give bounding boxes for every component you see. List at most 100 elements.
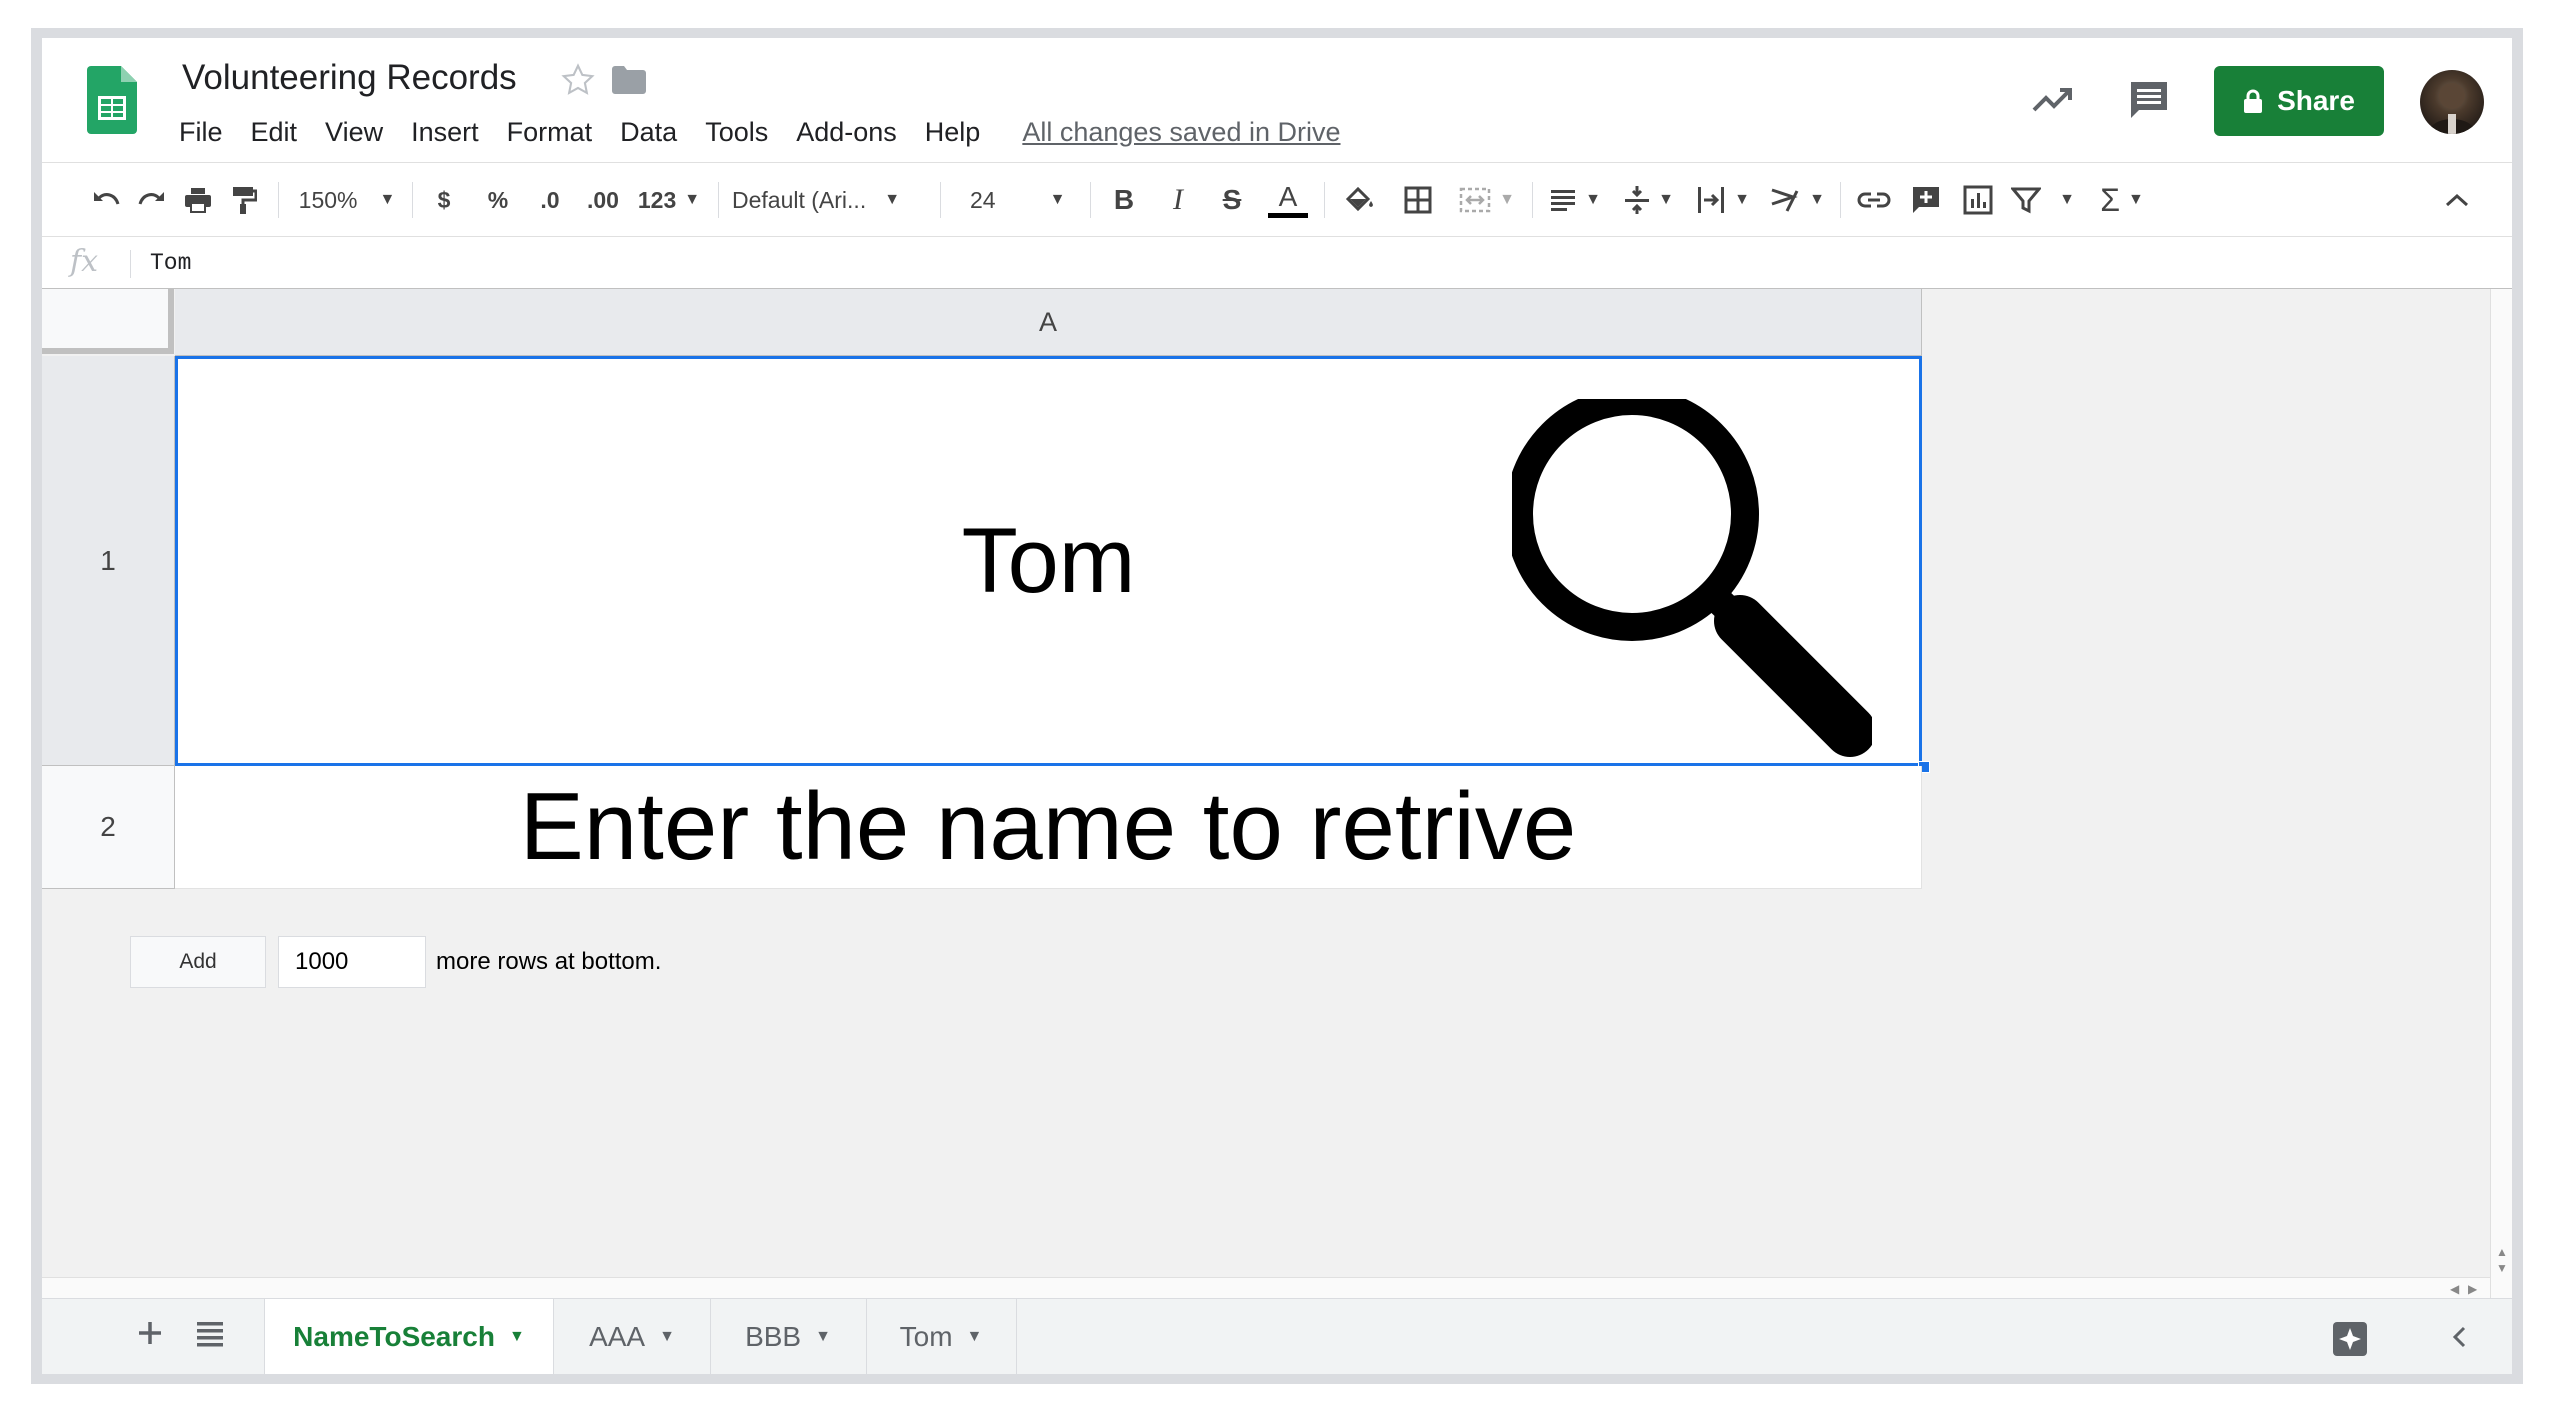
- strikethrough-button[interactable]: S: [1212, 166, 1252, 234]
- add-rows-button[interactable]: Add: [130, 936, 266, 988]
- row-header-1[interactable]: 1: [42, 356, 175, 766]
- font-size-select[interactable]: 24 ▼: [952, 166, 1082, 234]
- redo-button[interactable]: [132, 166, 172, 234]
- scroll-down-icon[interactable]: ▼: [2496, 1261, 2508, 1275]
- toolbar-separator: [718, 182, 719, 218]
- percent-format-button[interactable]: %: [478, 166, 518, 234]
- menu-format[interactable]: Format: [507, 117, 593, 148]
- italic-button[interactable]: I: [1158, 166, 1198, 234]
- menu-addons[interactable]: Add-ons: [796, 117, 897, 148]
- text-rotation-button[interactable]: ▼: [1764, 166, 1830, 234]
- horizontal-align-button[interactable]: ▼: [1542, 166, 1608, 234]
- zoom-value: 150%: [298, 186, 358, 213]
- chevron-down-icon: ▼: [1734, 191, 1750, 208]
- sheet-grid: A 1 2 Tom Enter the name to retrive Add …: [42, 288, 2512, 1300]
- print-button[interactable]: [178, 166, 218, 234]
- save-status-link[interactable]: All changes saved in Drive: [1022, 117, 1340, 148]
- column-header-a[interactable]: A: [175, 289, 1922, 356]
- vertical-align-button[interactable]: ▼: [1616, 166, 1682, 234]
- scroll-right-icon[interactable]: ▶: [2468, 1282, 2477, 1296]
- decrease-decimal-button[interactable]: .0: [528, 166, 572, 234]
- menu-data[interactable]: Data: [620, 117, 677, 148]
- all-sheets-list-icon[interactable]: [194, 1319, 226, 1347]
- document-title[interactable]: Volunteering Records: [182, 58, 517, 98]
- account-avatar[interactable]: [2420, 70, 2484, 134]
- print-icon: [185, 188, 211, 213]
- menu-help[interactable]: Help: [925, 117, 981, 148]
- folder-icon[interactable]: [612, 66, 646, 94]
- align-left-icon: [1551, 190, 1576, 211]
- paint-format-button[interactable]: [224, 166, 264, 234]
- toolbar-separator: [940, 182, 941, 218]
- vertical-align-icon: [1625, 186, 1650, 214]
- merge-cells-button[interactable]: ▼: [1452, 166, 1522, 234]
- row-header-2[interactable]: 2: [42, 766, 175, 889]
- horizontal-scrollbar[interactable]: ◀ ▶: [42, 1277, 2490, 1300]
- fill-color-button[interactable]: [1338, 166, 1382, 234]
- chevron-up-icon: [2445, 193, 2469, 207]
- menu-tools[interactable]: Tools: [705, 117, 768, 148]
- sheet-tab-label: NameToSearch: [293, 1321, 495, 1352]
- chevron-down-icon: ▼: [684, 191, 701, 208]
- undo-button[interactable]: [86, 166, 126, 234]
- font-size-value: 24: [970, 186, 996, 213]
- functions-button[interactable]: Σ ▼: [2092, 166, 2152, 234]
- cell-a2[interactable]: Enter the name to retrive: [175, 766, 1922, 889]
- toolbar-separator: [278, 182, 279, 218]
- star-icon[interactable]: [560, 62, 596, 98]
- text-color-button[interactable]: A: [1266, 166, 1310, 234]
- share-label: Share: [2277, 85, 2355, 116]
- sheet-tab-bbb[interactable]: BBB ▼: [710, 1299, 866, 1374]
- more-formats-label: 123: [637, 186, 677, 213]
- increase-decimal-button[interactable]: .00: [578, 166, 628, 234]
- explore-icon[interactable]: [2330, 1319, 2370, 1359]
- sheet-tab-nametosearch[interactable]: NameToSearch ▼: [264, 1299, 554, 1374]
- scroll-left-icon[interactable]: ◀: [2450, 1282, 2459, 1296]
- add-rows-label: more rows at bottom.: [436, 948, 662, 975]
- text-wrap-icon: [1698, 187, 1725, 213]
- menu-view[interactable]: View: [325, 117, 383, 148]
- toolbar: 150% ▼ $ % .0 .00 123 ▼ Default (Ari... ▼ 2…: [42, 166, 2512, 234]
- rows-count-input[interactable]: 1000: [278, 936, 426, 988]
- undo-icon: [94, 192, 120, 205]
- activity-dashboard-icon[interactable]: [2030, 78, 2076, 118]
- insert-chart-button[interactable]: [1956, 166, 2000, 234]
- filter-icon: [2011, 187, 2042, 214]
- text-wrapping-button[interactable]: ▼: [1690, 166, 1756, 234]
- chevron-down-icon: ▼: [659, 1328, 675, 1345]
- sheet-tab-label: BBB: [745, 1321, 802, 1352]
- sheet-tab-label: Tom: [899, 1321, 953, 1352]
- filter-button[interactable]: ▼: [2008, 166, 2078, 234]
- sheet-tab-tom[interactable]: Tom ▼: [866, 1299, 1016, 1374]
- font-family-select[interactable]: Default (Ari... ▼: [732, 166, 932, 234]
- collapse-menus-button[interactable]: [2432, 166, 2482, 234]
- chevron-left-icon[interactable]: [2446, 1323, 2474, 1351]
- borders-button[interactable]: [1396, 166, 1440, 234]
- scroll-up-icon[interactable]: ▲: [2496, 1245, 2508, 1259]
- sheet-tab-aaa[interactable]: AAA ▼: [554, 1299, 710, 1374]
- comments-icon[interactable]: [2127, 78, 2171, 122]
- share-button[interactable]: Share: [2214, 66, 2384, 136]
- formula-separator: [130, 250, 131, 278]
- more-formats-button[interactable]: 123 ▼: [634, 166, 704, 234]
- toolbar-separator: [1840, 182, 1841, 218]
- add-rows-bar: Add 1000 more rows at bottom.: [130, 936, 661, 988]
- text-rotation-icon: [1771, 188, 1799, 212]
- menu-file[interactable]: File: [179, 117, 223, 148]
- zoom-select[interactable]: 150% ▼: [292, 166, 402, 234]
- add-sheet-icon[interactable]: [134, 1317, 166, 1349]
- bold-button[interactable]: B: [1104, 166, 1144, 234]
- toolbar-separator: [1532, 182, 1533, 218]
- formula-input[interactable]: Tom: [150, 250, 191, 276]
- vertical-scrollbar[interactable]: ▲ ▼: [2490, 289, 2512, 1299]
- text-color-swatch: [1268, 212, 1308, 218]
- menu-edit[interactable]: Edit: [251, 117, 298, 148]
- insert-link-button[interactable]: [1852, 166, 1896, 234]
- insert-comment-button[interactable]: [1904, 166, 1948, 234]
- menu-insert[interactable]: Insert: [411, 117, 479, 148]
- sheet-tab-label: AAA: [589, 1321, 646, 1352]
- sheets-logo-icon[interactable]: [87, 66, 137, 134]
- magnifier-search-icon[interactable]: [1512, 399, 1872, 759]
- currency-format-button[interactable]: $: [424, 166, 464, 234]
- select-all-corner[interactable]: [42, 289, 174, 354]
